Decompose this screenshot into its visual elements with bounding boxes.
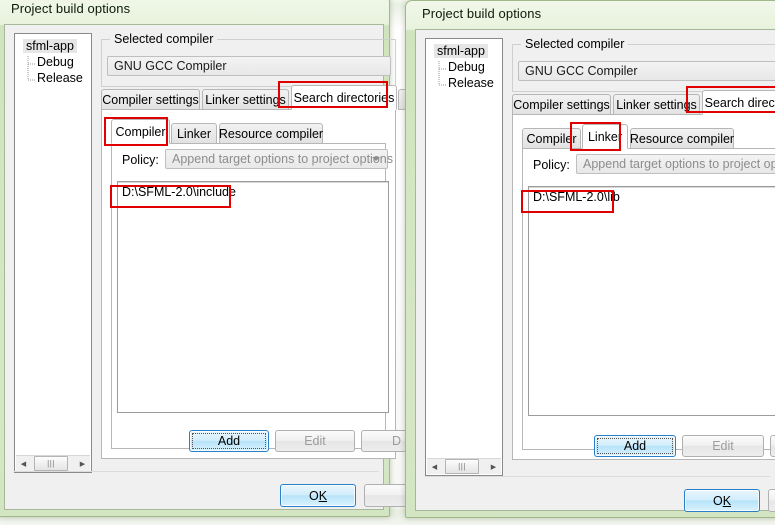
- tab-search-directories-left[interactable]: Search directories: [291, 85, 397, 110]
- window-right-title: Project build options: [422, 6, 542, 21]
- directory-list-item-left[interactable]: D:\SFML-2.0\include: [122, 185, 236, 199]
- ok-button-right[interactable]: OK: [684, 489, 760, 512]
- tree-root-item-left[interactable]: sfml-app: [23, 39, 77, 53]
- tab-search-directories-right[interactable]: Search directories: [702, 90, 775, 115]
- ok-button-left[interactable]: OK: [280, 484, 356, 507]
- directories-listbox-right[interactable]: D:\SFML-2.0\lib: [528, 186, 775, 416]
- directories-listbox-left[interactable]: D:\SFML-2.0\include: [117, 181, 389, 413]
- policy-select-right[interactable]: Append target options to project options: [576, 154, 775, 174]
- sub-tabstrip-left: Compiler Linker Resource compiler: [111, 119, 386, 144]
- window-right-titlebar[interactable]: Project build options: [406, 1, 775, 31]
- project-tree-right[interactable]: sfml-app Debug Release ◀ ||| ▶: [425, 38, 503, 476]
- project-tree-left[interactable]: sfml-app Debug Release ◀ ||| ▶: [14, 33, 92, 473]
- compiler-select-value-right: GNU GCC Compiler: [525, 64, 638, 78]
- tab-linker-settings-left[interactable]: Linker settings: [202, 89, 289, 110]
- dialog-separator-right: [425, 476, 770, 477]
- scroll-right-arrow-icon-left[interactable]: ▶: [75, 457, 90, 471]
- tree-root-item-right[interactable]: sfml-app: [434, 44, 488, 58]
- edit-directory-button-right[interactable]: Edit: [682, 435, 764, 457]
- subtab-resource-compiler-right[interactable]: Resource compiler: [630, 128, 734, 149]
- sub-tabstrip-right: Compiler Linker Resource compiler: [522, 124, 775, 149]
- tree-item-debug-right[interactable]: Debug: [448, 60, 485, 74]
- scroll-left-arrow-icon-right[interactable]: ◀: [427, 460, 442, 474]
- edit-directory-button-left[interactable]: Edit: [275, 430, 355, 452]
- add-directory-button-right[interactable]: Add: [594, 435, 676, 457]
- scroll-thumb-left[interactable]: |||: [34, 456, 68, 471]
- policy-label-right: Policy:: [533, 158, 570, 172]
- policy-select-value-right: Append target options to project options: [583, 157, 775, 171]
- scroll-right-arrow-icon-right[interactable]: ▶: [486, 460, 501, 474]
- main-tabstrip-left: Compiler settings Linker settings Search…: [101, 85, 416, 110]
- window-left-client: sfml-app Debug Release ◀ ||| ▶ Selected …: [4, 24, 441, 510]
- policy-select-value-left: Append target options to project options: [172, 152, 393, 166]
- subtab-linker-left[interactable]: Linker: [171, 123, 217, 144]
- subtab-resource-compiler-left[interactable]: Resource compiler: [219, 123, 323, 144]
- selected-compiler-label-right: Selected compiler: [521, 37, 629, 51]
- main-tabstrip-right: Compiler settings Linker settings Search…: [512, 90, 775, 115]
- scroll-thumb-right[interactable]: |||: [445, 459, 479, 474]
- add-directory-button-left[interactable]: Add: [189, 430, 269, 452]
- listbox-header-sep-right: [529, 187, 775, 188]
- compiler-select-left[interactable]: GNU GCC Compiler: [107, 56, 391, 76]
- scroll-left-arrow-icon-left[interactable]: ◀: [16, 457, 31, 471]
- screenshot-root: Project build options sfml-app Debug Rel…: [0, 0, 775, 525]
- tree-item-release-right[interactable]: Release: [448, 76, 494, 90]
- subtab-linker-right[interactable]: Linker: [582, 124, 628, 149]
- directory-list-item-right[interactable]: D:\SFML-2.0\lib: [533, 190, 620, 204]
- window-left-title: Project build options: [11, 1, 131, 16]
- ok-button-label-right: OK: [712, 493, 732, 508]
- tree-item-debug-left[interactable]: Debug: [37, 55, 74, 69]
- tab-compiler-settings-left[interactable]: Compiler settings: [101, 89, 200, 110]
- window-left[interactable]: Project build options sfml-app Debug Rel…: [0, 0, 441, 517]
- window-right[interactable]: Project build options sfml-app Debug Rel…: [405, 0, 775, 518]
- subtab-compiler-left[interactable]: Compiler: [111, 119, 170, 144]
- tree-hscrollbar-left[interactable]: ◀ ||| ▶: [16, 455, 90, 471]
- ok-button-label-left: OK: [308, 488, 328, 503]
- delete-directory-button-right[interactable]: [770, 435, 775, 457]
- chevron-down-icon-policy-left: [372, 157, 380, 161]
- tree-hscrollbar-right[interactable]: ◀ ||| ▶: [427, 458, 501, 474]
- tree-item-release-left[interactable]: Release: [37, 71, 83, 85]
- tree-connector-lines-left: [27, 56, 36, 81]
- selected-compiler-label-left: Selected compiler: [110, 32, 218, 46]
- dialog-separator-left: [14, 471, 379, 472]
- window-right-client: sfml-app Debug Release ◀ ||| ▶ Selected …: [415, 29, 775, 512]
- policy-label-left: Policy:: [122, 153, 159, 167]
- tab-linker-settings-right[interactable]: Linker settings: [613, 94, 700, 115]
- cancel-button-right[interactable]: [768, 489, 775, 512]
- tab-compiler-settings-right[interactable]: Compiler settings: [512, 94, 611, 115]
- compiler-select-value-left: GNU GCC Compiler: [114, 59, 227, 73]
- compiler-select-right[interactable]: GNU GCC Compiler: [518, 61, 775, 81]
- window-left-titlebar[interactable]: Project build options: [0, 0, 389, 26]
- tree-connector-lines-right: [438, 61, 447, 86]
- policy-select-left[interactable]: Append target options to project options: [165, 149, 393, 169]
- subtab-compiler-right[interactable]: Compiler: [522, 128, 581, 149]
- listbox-header-sep-left: [118, 182, 388, 183]
